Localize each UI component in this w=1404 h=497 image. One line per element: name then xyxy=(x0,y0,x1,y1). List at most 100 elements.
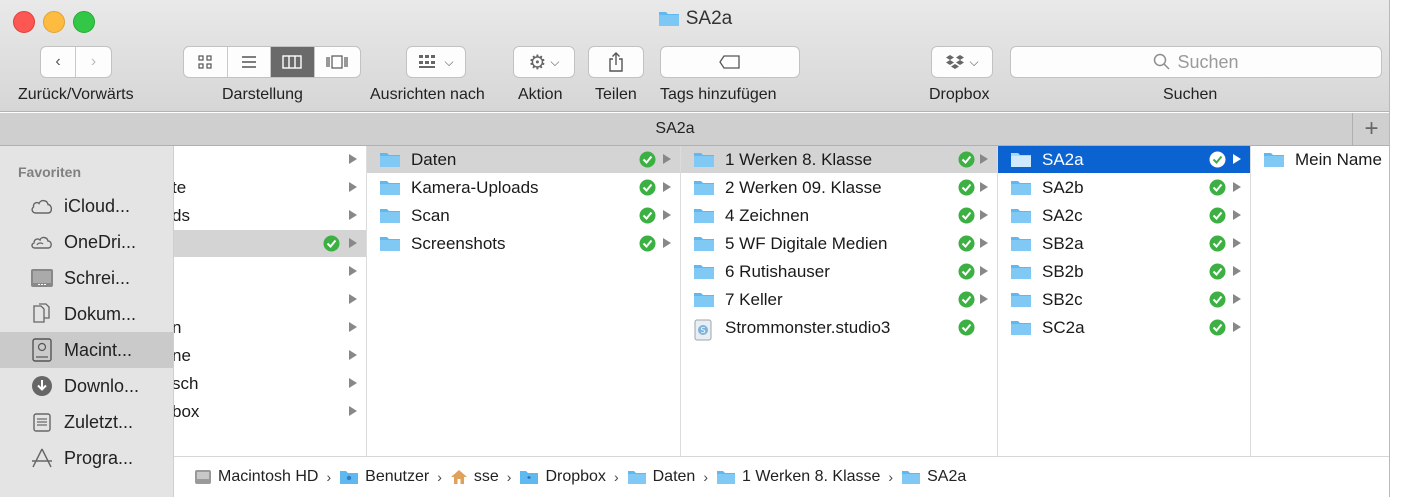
row-label: 1 Werken 8. Klasse xyxy=(725,149,873,169)
nav-label: Zurück/Vorwärts xyxy=(18,86,134,103)
sidebar-item-downloads[interactable]: Downlo... xyxy=(0,368,173,404)
row-label: SC2a xyxy=(1042,317,1085,337)
tab-title[interactable]: SA2a xyxy=(0,120,1350,138)
sidebar-item-macintosh-hd[interactable]: Macint... xyxy=(0,332,173,368)
path-crumb-label: SA2a xyxy=(927,468,967,485)
folder-icon xyxy=(1010,263,1032,285)
sidebar-item-label: Progra... xyxy=(64,447,134,468)
path-crumb[interactable]: 1 Werken 8. Klasse xyxy=(716,468,880,486)
column-row[interactable]: ds xyxy=(174,202,366,229)
column-row[interactable] xyxy=(174,286,366,313)
disclosure-arrow-icon xyxy=(349,322,357,332)
chevron-left-icon: ‹ xyxy=(55,53,61,70)
column-row[interactable]: n xyxy=(174,314,366,341)
path-crumb-label: Daten xyxy=(652,468,696,485)
sidebar-item-desktop[interactable]: Schrei... xyxy=(0,260,173,296)
chevron-right-icon: › xyxy=(90,53,97,70)
sidebar-item-label: Zuletzt... xyxy=(64,411,134,432)
column-row[interactable]: S Strommonster.studio3 xyxy=(681,314,997,341)
path-crumb[interactable]: Macintosh HD xyxy=(194,468,318,486)
column-row[interactable]: SA2b xyxy=(998,174,1250,201)
sidebar-item-onedrive[interactable]: OneDri... xyxy=(0,224,173,260)
tags-button[interactable] xyxy=(660,46,800,78)
sidebar-item-documents[interactable]: Dokum... xyxy=(0,296,173,332)
column-row[interactable]: 1 Werken 8. Klasse xyxy=(681,146,997,173)
action-button[interactable]: ⚙ ⌵ xyxy=(513,46,575,78)
folder-icon xyxy=(627,469,647,485)
column-row[interactable]: te xyxy=(174,174,366,201)
column-row[interactable]: SB2a xyxy=(998,230,1250,257)
column-4: SA2a SA2b SA2c SB2a SB2b SB2c SC2a xyxy=(998,146,1251,456)
column-row[interactable]: 5 WF Digitale Medien xyxy=(681,230,997,257)
row-label: Kamera-Uploads xyxy=(411,177,539,197)
synced-check-icon xyxy=(958,319,975,336)
row-label: 5 WF Digitale Medien xyxy=(725,233,888,253)
column-row[interactable]: 7 Keller xyxy=(681,286,997,313)
disclosure-arrow-icon xyxy=(980,238,988,248)
column-row[interactable]: 4 Zeichnen xyxy=(681,202,997,229)
column-row[interactable] xyxy=(174,230,366,257)
column-row[interactable] xyxy=(174,146,366,173)
folder-icon xyxy=(693,151,715,173)
chevron-down-icon: ⌵ xyxy=(550,54,560,69)
gallery-view-button[interactable] xyxy=(315,47,360,77)
column-row[interactable]: sch xyxy=(174,370,366,397)
column-view-button[interactable] xyxy=(271,47,315,77)
row-label: SA2a xyxy=(1042,149,1084,169)
dropbox-folder-icon xyxy=(519,469,539,485)
column-row[interactable]: SC2a xyxy=(998,314,1250,341)
list-view-button[interactable] xyxy=(228,47,272,77)
folder-icon xyxy=(1010,319,1032,341)
column-row[interactable]: 2 Werken 09. Klasse xyxy=(681,174,997,201)
disclosure-arrow-icon xyxy=(1233,210,1241,220)
column-row[interactable] xyxy=(174,258,366,285)
path-crumb[interactable]: SA2a xyxy=(901,468,966,486)
dropbox-label: Dropbox xyxy=(929,86,990,103)
sidebar-item-label: OneDri... xyxy=(64,231,137,252)
share-button[interactable] xyxy=(588,46,644,78)
forward-button[interactable]: › xyxy=(76,47,111,77)
column-row[interactable]: box xyxy=(174,398,366,425)
folder-icon xyxy=(693,179,715,201)
toolbar: SA2a ‹ › Zurück/Vorwärts Darstellung ⌵ A… xyxy=(0,0,1389,112)
column-row[interactable]: Screenshots xyxy=(367,230,680,257)
folder-icon xyxy=(658,9,680,33)
row-label: Mein Name xyxy=(1295,149,1382,169)
column-row[interactable]: Mein Name xyxy=(1251,146,1389,173)
synced-check-icon xyxy=(639,151,656,168)
new-tab-button[interactable]: + xyxy=(1352,113,1389,145)
search-field[interactable]: Suchen xyxy=(1010,46,1382,78)
downloads-icon xyxy=(30,374,54,398)
column-row[interactable]: Daten xyxy=(367,146,680,173)
window-title: SA2a xyxy=(0,8,1389,33)
synced-check-icon xyxy=(958,291,975,308)
synced-check-icon xyxy=(1209,291,1226,308)
sidebar-item-applications[interactable]: Progra... xyxy=(0,440,173,476)
row-label: SB2b xyxy=(1042,261,1084,281)
column-row[interactable]: Kamera-Uploads xyxy=(367,174,680,201)
path-crumb[interactable]: Dropbox xyxy=(519,468,606,486)
dropbox-button[interactable]: ⌵ xyxy=(931,46,993,78)
column-row[interactable]: SB2c xyxy=(998,286,1250,313)
arrange-button[interactable]: ⌵ xyxy=(406,46,466,78)
sidebar-item-label: Downlo... xyxy=(64,375,140,396)
column-row[interactable]: SA2a xyxy=(998,146,1250,173)
disclosure-arrow-icon xyxy=(1233,266,1241,276)
icon-view-button[interactable] xyxy=(184,47,228,77)
sidebar-item-recents[interactable]: Zuletzt... xyxy=(0,404,173,440)
path-crumb[interactable]: Daten xyxy=(627,468,696,486)
disclosure-arrow-icon xyxy=(663,238,671,248)
column-row[interactable]: SA2c xyxy=(998,202,1250,229)
back-button[interactable]: ‹ xyxy=(41,47,77,77)
column-row[interactable]: 6 Rutishauser xyxy=(681,258,997,285)
onedrive-icon xyxy=(30,230,54,254)
disclosure-arrow-icon xyxy=(663,210,671,220)
column-row[interactable]: ne xyxy=(174,342,366,369)
column-row[interactable]: SB2b xyxy=(998,258,1250,285)
sidebar-item-icloud[interactable]: iCloud... xyxy=(0,188,173,224)
path-crumb[interactable]: sse xyxy=(450,468,499,486)
chevron-down-icon: ⌵ xyxy=(444,54,454,69)
path-crumb[interactable]: Benutzer xyxy=(339,468,429,486)
row-label: SB2c xyxy=(1042,289,1083,309)
column-row[interactable]: Scan xyxy=(367,202,680,229)
